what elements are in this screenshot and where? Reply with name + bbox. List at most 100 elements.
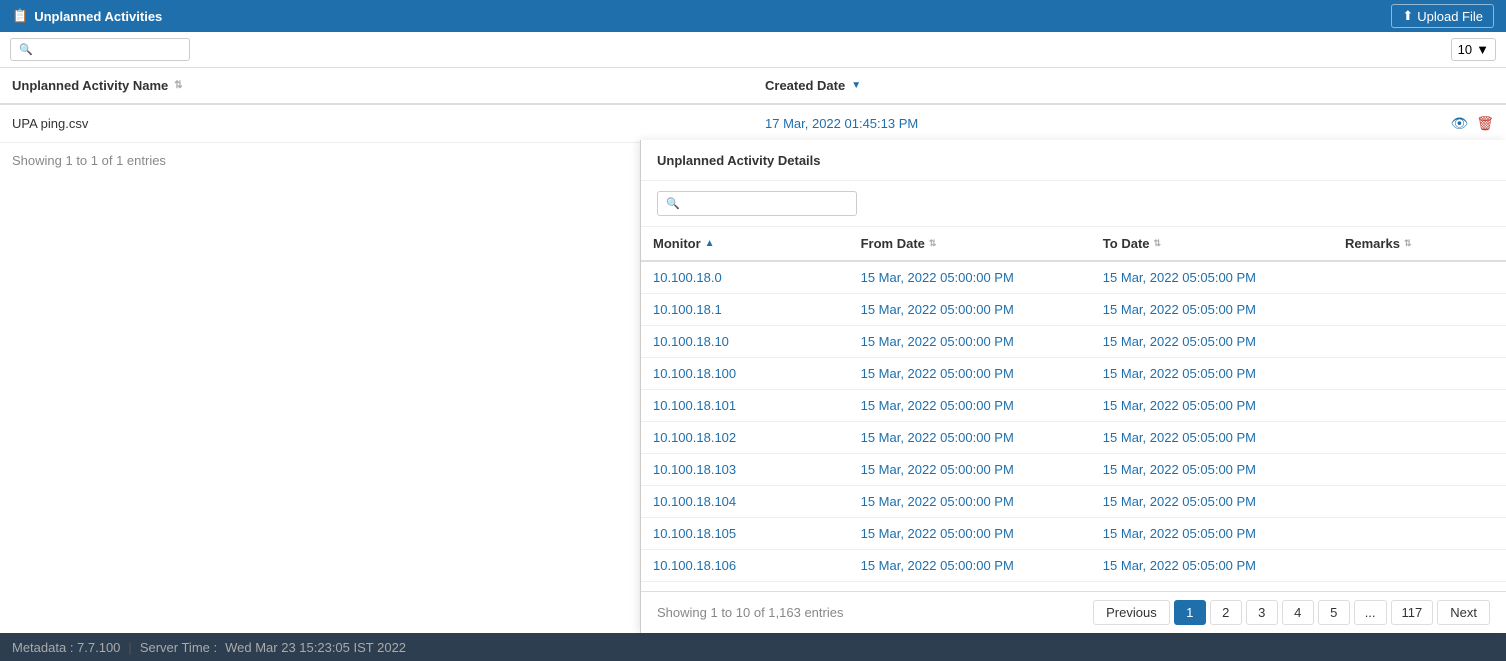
search-icon: 🔍 — [19, 43, 33, 56]
server-time-label: Server Time : — [140, 640, 217, 655]
details-td-to: 15 Mar, 2022 05:05:00 PM — [1091, 550, 1333, 581]
details-th-from-date[interactable]: From Date ⇅ — [849, 227, 1091, 260]
per-page-chevron-icon: ▼ — [1476, 42, 1489, 57]
details-td-to: 15 Mar, 2022 05:05:00 PM — [1091, 326, 1333, 357]
details-td-to: 15 Mar, 2022 05:05:00 PM — [1091, 422, 1333, 453]
details-table-row: 10.100.18.100 15 Mar, 2022 05:00:00 PM 1… — [641, 358, 1506, 390]
details-td-to: 15 Mar, 2022 05:05:00 PM — [1091, 262, 1333, 293]
details-td-remarks — [1333, 326, 1506, 357]
th-created-date[interactable]: Created Date ▼ — [753, 68, 1506, 103]
main-search-input[interactable] — [37, 42, 177, 57]
row-actions: 👁 🗑 — [1450, 115, 1494, 132]
details-td-remarks — [1333, 358, 1506, 389]
pagination-next[interactable]: Next — [1437, 600, 1490, 625]
details-td-remarks — [1333, 486, 1506, 517]
sort-neutral-icon-from: ⇅ — [929, 238, 937, 249]
server-time: Wed Mar 23 15:23:05 IST 2022 — [225, 640, 406, 655]
details-td-monitor[interactable]: 10.100.18.103 — [641, 454, 849, 485]
details-td-monitor[interactable]: 10.100.18.1 — [641, 294, 849, 325]
details-td-monitor[interactable]: 10.100.18.106 — [641, 550, 849, 581]
pagination-page-5[interactable]: 5 — [1318, 600, 1350, 625]
upload-icon: ⬆ — [1402, 8, 1413, 24]
footer-bar: Metadata : 7.7.100 | Server Time : Wed M… — [0, 633, 1506, 661]
details-td-remarks — [1333, 262, 1506, 293]
details-td-from: 15 Mar, 2022 05:00:00 PM — [849, 262, 1091, 293]
details-td-from: 15 Mar, 2022 05:00:00 PM — [849, 422, 1091, 453]
details-search-input[interactable] — [684, 196, 824, 211]
th-activity-name[interactable]: Unplanned Activity Name ⇅ — [0, 68, 753, 103]
details-th-monitor[interactable]: Monitor ▲ — [641, 227, 849, 260]
upload-file-button[interactable]: ⬆ Upload File — [1391, 4, 1494, 28]
details-td-remarks — [1333, 390, 1506, 421]
sort-icon-name: ⇅ — [174, 80, 182, 91]
details-td-to: 15 Mar, 2022 05:05:00 PM — [1091, 390, 1333, 421]
header-icon: 📋 — [12, 8, 28, 24]
details-td-remarks — [1333, 550, 1506, 581]
details-td-monitor[interactable]: 10.100.18.100 — [641, 358, 849, 389]
details-table-row: 10.100.18.0 15 Mar, 2022 05:00:00 PM 15 … — [641, 262, 1506, 294]
details-td-monitor[interactable]: 10.100.18.0 — [641, 262, 849, 293]
details-td-monitor[interactable]: 10.100.18.105 — [641, 518, 849, 549]
details-td-from: 15 Mar, 2022 05:00:00 PM — [849, 454, 1091, 485]
details-table-row: 10.100.18.10 15 Mar, 2022 05:00:00 PM 15… — [641, 326, 1506, 358]
app-header: 📋 Unplanned Activities ⬆ Upload File — [0, 0, 1506, 32]
details-td-to: 15 Mar, 2022 05:05:00 PM — [1091, 454, 1333, 485]
details-td-monitor[interactable]: 10.100.18.101 — [641, 390, 849, 421]
details-td-remarks — [1333, 294, 1506, 325]
sort-neutral-icon-remarks: ⇅ — [1404, 238, 1412, 249]
footer-divider: | — [128, 640, 131, 655]
td-created-date: 17 Mar, 2022 01:45:13 PM 👁 🗑 — [753, 105, 1506, 142]
pagination-page-4[interactable]: 4 — [1282, 600, 1314, 625]
main-area: 🔍 10 ▼ Unplanned Activity Name ⇅ Created… — [0, 32, 1506, 633]
details-panel-title: Unplanned Activity Details — [641, 140, 1506, 181]
details-td-to: 15 Mar, 2022 05:05:00 PM — [1091, 358, 1333, 389]
pagination-page-1[interactable]: 1 — [1174, 600, 1206, 625]
sort-icon-date: ▼ — [851, 80, 861, 91]
per-page-selector[interactable]: 10 ▼ — [1451, 38, 1496, 61]
details-td-to: 15 Mar, 2022 05:05:00 PM — [1091, 518, 1333, 549]
details-td-monitor[interactable]: 10.100.18.10 — [641, 326, 849, 357]
details-td-remarks — [1333, 422, 1506, 453]
details-th-remarks[interactable]: Remarks ⇅ — [1333, 227, 1506, 260]
metadata-label: Metadata : 7.7.100 — [12, 640, 120, 655]
details-td-from: 15 Mar, 2022 05:00:00 PM — [849, 486, 1091, 517]
details-table-row: 10.100.18.104 15 Mar, 2022 05:00:00 PM 1… — [641, 486, 1506, 518]
view-icon[interactable]: 👁 — [1450, 115, 1468, 132]
pagination-page-...[interactable]: ... — [1354, 600, 1387, 625]
sort-neutral-icon-to: ⇅ — [1154, 238, 1162, 249]
pagination: Previous12345...117Next — [1093, 600, 1490, 625]
details-panel: Unplanned Activity Details 🔍 Monitor ▲ F… — [640, 140, 1506, 633]
pagination-previous[interactable]: Previous — [1093, 600, 1170, 625]
details-table-body: 10.100.18.0 15 Mar, 2022 05:00:00 PM 15 … — [641, 262, 1506, 591]
details-search-area: 🔍 — [641, 181, 1506, 227]
details-footer: Showing 1 to 10 of 1,163 entries Previou… — [641, 591, 1506, 633]
details-td-monitor[interactable]: 10.100.18.104 — [641, 486, 849, 517]
details-search-box[interactable]: 🔍 — [657, 191, 857, 216]
details-td-from: 15 Mar, 2022 05:00:00 PM — [849, 390, 1091, 421]
details-td-from: 15 Mar, 2022 05:00:00 PM — [849, 294, 1091, 325]
details-table-row: 10.100.18.102 15 Mar, 2022 05:00:00 PM 1… — [641, 422, 1506, 454]
details-table-row: 10.100.18.103 15 Mar, 2022 05:00:00 PM 1… — [641, 454, 1506, 486]
main-table-header: Unplanned Activity Name ⇅ Created Date ▼ — [0, 68, 1506, 105]
details-td-from: 15 Mar, 2022 05:00:00 PM — [849, 550, 1091, 581]
details-table-header: Monitor ▲ From Date ⇅ To Date ⇅ Remarks … — [641, 227, 1506, 262]
table-row: UPA ping.csv 17 Mar, 2022 01:45:13 PM 👁 … — [0, 105, 1506, 143]
details-table-row: 10.100.18.106 15 Mar, 2022 05:00:00 PM 1… — [641, 550, 1506, 582]
details-table-row: 10.100.18.101 15 Mar, 2022 05:00:00 PM 1… — [641, 390, 1506, 422]
pagination-page-117[interactable]: 117 — [1391, 600, 1434, 625]
details-td-from: 15 Mar, 2022 05:00:00 PM — [849, 358, 1091, 389]
main-search-box[interactable]: 🔍 — [10, 38, 190, 61]
details-td-remarks — [1333, 454, 1506, 485]
delete-icon[interactable]: 🗑 — [1476, 115, 1494, 132]
details-search-icon: 🔍 — [666, 197, 680, 210]
pagination-page-2[interactable]: 2 — [1210, 600, 1242, 625]
details-td-monitor[interactable]: 10.100.18.102 — [641, 422, 849, 453]
details-td-to: 15 Mar, 2022 05:05:00 PM — [1091, 486, 1333, 517]
details-th-to-date[interactable]: To Date ⇅ — [1091, 227, 1333, 260]
app-title: 📋 Unplanned Activities — [12, 8, 162, 24]
pagination-page-3[interactable]: 3 — [1246, 600, 1278, 625]
main-toolbar: 🔍 10 ▼ — [0, 32, 1506, 68]
details-td-remarks — [1333, 518, 1506, 549]
details-td-from: 15 Mar, 2022 05:00:00 PM — [849, 326, 1091, 357]
sort-asc-icon: ▲ — [705, 238, 715, 249]
